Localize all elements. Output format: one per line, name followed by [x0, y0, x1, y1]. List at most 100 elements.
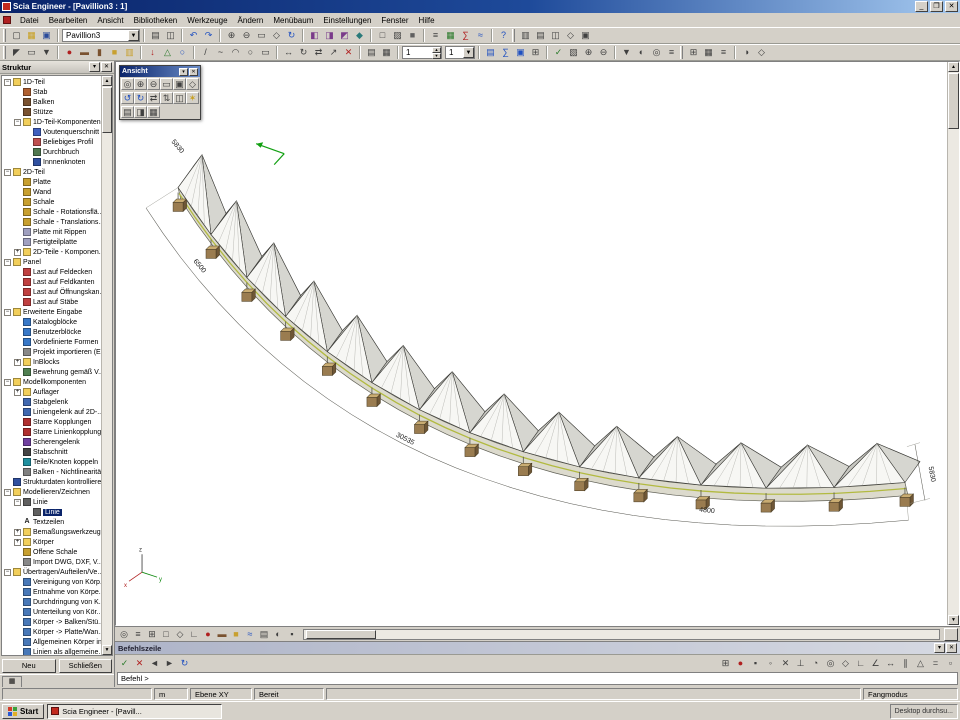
tree-item[interactable]: Beliebiges Profil — [2, 137, 101, 147]
tree-expander[interactable]: + — [14, 249, 21, 256]
tree-expander[interactable]: − — [14, 499, 21, 506]
snap-intersection-button[interactable]: ✕ — [778, 657, 793, 671]
view-front-button[interactable]: ◧ — [307, 29, 322, 43]
panel-menu-button[interactable]: ▾ — [89, 62, 100, 72]
picture-gallery-button[interactable]: ◫ — [548, 29, 563, 43]
tree-expander[interactable]: − — [4, 79, 11, 86]
tree-item[interactable]: Durchdringung von K... — [2, 597, 101, 607]
table-results-button[interactable]: ▥ — [518, 29, 533, 43]
toolbar-close-icon[interactable]: ✕ — [189, 68, 198, 76]
toolbar-menu-icon[interactable]: ▾ — [179, 68, 188, 76]
tree-item[interactable]: Platte mit Rippen — [2, 227, 101, 237]
tree-expander[interactable]: + — [14, 539, 21, 546]
work-plane-button[interactable]: ◇ — [173, 628, 187, 641]
light-button[interactable]: ✶ — [186, 92, 199, 104]
results-display-button[interactable]: ≈ — [243, 628, 257, 641]
resize-corner[interactable] — [944, 628, 958, 641]
layer-manager-button[interactable]: ≡ — [664, 46, 679, 60]
shading-mode-button[interactable]: ◐ — [271, 628, 285, 641]
tree-item[interactable]: Allgemeinen Körper in... — [2, 637, 101, 647]
tree-item[interactable]: Stabgelenk — [2, 397, 101, 407]
toolbar-grip[interactable] — [3, 29, 6, 42]
view-manager-button[interactable]: ◫ — [173, 92, 186, 104]
draw-rectangle-button[interactable]: ▭ — [258, 46, 273, 60]
snap-polar-button[interactable]: ∠ — [868, 657, 883, 671]
mirror-button[interactable]: ⇄ — [311, 46, 326, 60]
tree-item[interactable]: −Panel — [2, 257, 101, 267]
tree-item[interactable]: Scherengelenk — [2, 437, 101, 447]
befehlszeile-caption[interactable]: Befehlszeile ▾ ✕ — [115, 642, 960, 655]
snap-center-button[interactable]: ◎ — [823, 657, 838, 671]
zoom-window-button[interactable]: ▭ — [160, 78, 173, 90]
shaded-render-button[interactable]: ■ — [405, 29, 420, 43]
tree-item[interactable]: Katalogblöcke — [2, 317, 101, 327]
redo-button[interactable]: ↷ — [201, 29, 216, 43]
tree-item[interactable]: Linie — [2, 507, 101, 517]
draw-line-button[interactable]: / — [198, 46, 213, 60]
surfaces-display-button[interactable]: ■ — [229, 628, 243, 641]
tree-item[interactable]: −2D-Teil — [2, 167, 101, 177]
insert-support-button[interactable]: △ — [160, 46, 175, 60]
zoom-in-button[interactable]: ⊕ — [134, 78, 147, 90]
help-button[interactable]: ? — [496, 29, 511, 43]
accept-command-button[interactable]: ✓ — [117, 657, 132, 671]
check-structure-button[interactable]: ✓ — [551, 46, 566, 60]
spin-down-icon[interactable]: ▼ — [432, 53, 441, 59]
tree-expander[interactable]: − — [4, 489, 11, 496]
tree-item[interactable]: Offene Schale — [2, 547, 101, 557]
tree-item[interactable]: Linien als allgemeine... — [2, 647, 101, 655]
status-unit[interactable]: m — [154, 688, 188, 700]
zoom-out-button[interactable]: ⊖ — [239, 29, 254, 43]
paperspace-gallery-button[interactable]: ◇ — [563, 29, 578, 43]
insert-beam-button[interactable]: ▬ — [77, 46, 92, 60]
boundary-condition-button[interactable]: ▣ — [513, 46, 528, 60]
tree-item[interactable]: −1D-Teil — [2, 77, 101, 87]
tree-item[interactable]: Vereinigung von Körp... — [2, 577, 101, 587]
tree-item[interactable]: +Körper — [2, 537, 101, 547]
tree-item[interactable]: Balken — [2, 97, 101, 107]
scale-button[interactable]: ↗ — [326, 46, 341, 60]
ansicht-toolbar-caption[interactable]: Ansicht ▾ ✕ — [120, 66, 200, 77]
view-axonometric-button[interactable]: ◆ — [352, 29, 367, 43]
snap-endpoint-button[interactable]: ▪ — [748, 657, 763, 671]
tree-item[interactable]: Unterteilung von Kör... — [2, 607, 101, 617]
named-selection-button[interactable]: ▼ — [619, 46, 634, 60]
schliessen-button[interactable]: Schließen — [59, 659, 113, 673]
tree-item[interactable]: Projekt importieren (E... — [2, 347, 101, 357]
view-settings-button[interactable]: ▦ — [147, 106, 160, 118]
tree-item[interactable]: Stabschnitt — [2, 447, 101, 457]
tree-item[interactable]: Stütze — [2, 107, 101, 117]
snap-settings-button[interactable]: ▪ — [285, 628, 299, 641]
line-grid-button[interactable]: ▦ — [701, 46, 716, 60]
close-button[interactable]: ✕ — [945, 1, 958, 12]
view-side-button[interactable]: ◨ — [322, 29, 337, 43]
tree-item[interactable]: Schale - Rotationsflä... — [2, 207, 101, 217]
menu-ansicht[interactable]: Ansicht — [92, 15, 128, 26]
status-snap-mode[interactable]: Fangmodus — [863, 688, 958, 700]
toolbar-grip[interactable] — [512, 29, 515, 42]
snap-off-button[interactable]: ▫ — [943, 657, 958, 671]
tree-item[interactable]: Last auf Feldkanten — [2, 277, 101, 287]
pan-horizontal-button[interactable]: ⇄ — [147, 92, 160, 104]
tree-item[interactable]: ATextzeilen — [2, 517, 101, 527]
tree-item[interactable]: Schale - Translations... — [2, 217, 101, 227]
tree-item[interactable]: Durchbruch — [2, 147, 101, 157]
copy-view-button[interactable]: ◨ — [134, 106, 147, 118]
zoom-window-button[interactable]: ▭ — [254, 29, 269, 43]
tree-item[interactable]: Wand — [2, 187, 101, 197]
chevron-down-icon[interactable]: ▼ — [128, 30, 139, 41]
scrollbar-thumb[interactable] — [102, 87, 112, 133]
tree-item[interactable]: Vordefinierte Formen — [2, 337, 101, 347]
visibility-button[interactable]: ◐ — [634, 46, 649, 60]
tree-expander[interactable]: − — [4, 259, 11, 266]
restore-button[interactable]: ❐ — [930, 1, 943, 12]
pan-vertical-button[interactable]: ⇅ — [160, 92, 173, 104]
redraw-button[interactable]: ◎ — [121, 78, 134, 90]
minimize-button[interactable]: _ — [915, 1, 928, 12]
tree-item[interactable]: Stab — [2, 87, 101, 97]
tree-item[interactable]: Entnahme von Körpe... — [2, 587, 101, 597]
tag-button[interactable]: ◇ — [754, 46, 769, 60]
panel-close-icon[interactable]: ✕ — [946, 643, 957, 653]
scrollbar-thumb[interactable] — [948, 73, 959, 129]
select-rectangle-button[interactable]: ▭ — [24, 46, 39, 60]
